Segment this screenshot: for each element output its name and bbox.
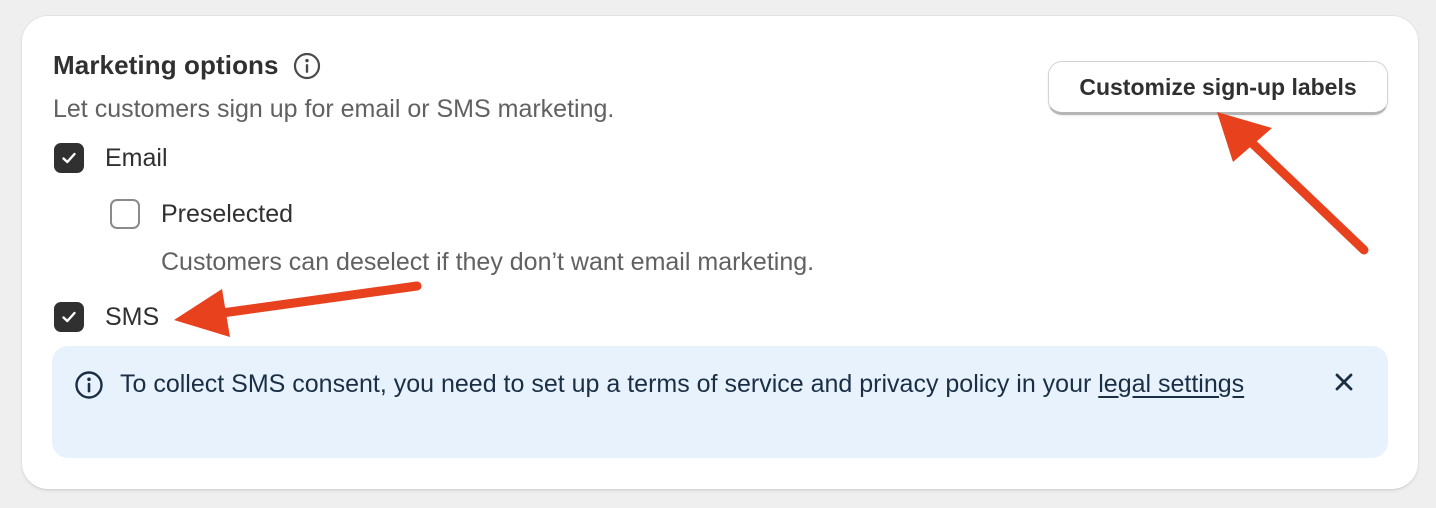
- info-circle-icon[interactable]: [293, 52, 321, 80]
- title-row: Marketing options: [53, 50, 321, 81]
- email-option[interactable]: Email: [54, 143, 168, 173]
- checkmark-icon: [62, 152, 76, 164]
- sms-option[interactable]: SMS: [54, 302, 159, 332]
- checkmark-icon: [62, 311, 76, 323]
- email-checkbox[interactable]: [54, 143, 84, 173]
- sms-checkbox[interactable]: [54, 302, 84, 332]
- preselected-checkbox[interactable]: [110, 199, 140, 229]
- section-subtitle: Let customers sign up for email or SMS m…: [53, 95, 615, 123]
- preselected-help-text: Customers can deselect if they don’t wan…: [161, 248, 815, 276]
- banner-text: To collect SMS consent, you need to set …: [120, 370, 1099, 398]
- email-label: Email: [105, 143, 168, 172]
- section-title: Marketing options: [53, 50, 279, 80]
- banner-message: To collect SMS consent, you need to set …: [120, 364, 1290, 404]
- customize-sign-up-labels-button[interactable]: Customize sign-up labels: [1048, 61, 1388, 115]
- legal-settings-link[interactable]: legal settings: [1098, 370, 1244, 398]
- marketing-options-card: Marketing options Let customers sign up …: [22, 16, 1418, 489]
- sms-consent-banner: To collect SMS consent, you need to set …: [52, 346, 1388, 458]
- info-circle-icon: [74, 370, 104, 400]
- preselected-option[interactable]: Preselected: [110, 199, 293, 229]
- sms-label: SMS: [105, 302, 160, 331]
- preselected-label: Preselected: [161, 199, 294, 228]
- close-icon[interactable]: [1332, 370, 1356, 394]
